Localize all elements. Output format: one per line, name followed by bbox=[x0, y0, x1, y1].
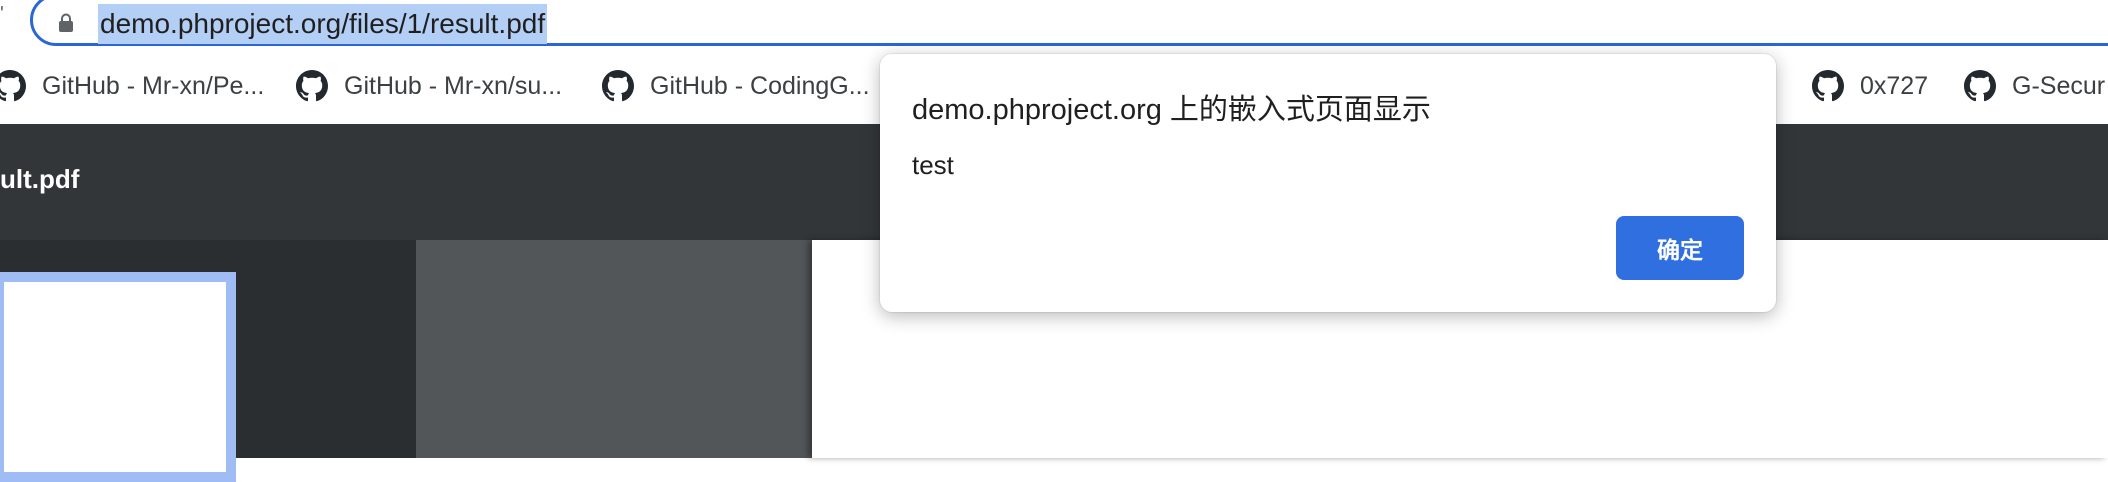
github-icon bbox=[0, 70, 26, 102]
dialog-message: test bbox=[912, 150, 954, 180]
bookmark-item[interactable]: GitHub - Mr-xn/su... bbox=[296, 68, 562, 104]
github-icon bbox=[296, 70, 328, 102]
page-thumbnail[interactable] bbox=[0, 272, 236, 482]
bookmark-item[interactable]: 0x727 bbox=[1812, 68, 1928, 104]
github-icon bbox=[602, 70, 634, 102]
bookmark-item[interactable]: GitHub - CodingG... bbox=[602, 68, 870, 104]
ok-button[interactable]: 确定 bbox=[1616, 216, 1744, 280]
alert-dialog: demo.phproject.org 上的嵌入式页面显示 test 确定 bbox=[880, 54, 1776, 312]
url-text[interactable]: demo.phproject.org/files/1/result.pdf bbox=[98, 4, 548, 44]
lock-icon[interactable] bbox=[58, 13, 74, 33]
bookmark-label: G-Secur bbox=[2012, 71, 2106, 100]
pdf-title: ult.pdf bbox=[0, 164, 80, 194]
bookmark-label: GitHub - Mr-xn/su... bbox=[344, 71, 563, 100]
bookmark-label: 0x727 bbox=[1860, 71, 1929, 100]
pdf-canvas-background bbox=[416, 240, 812, 458]
dialog-title: demo.phproject.org 上的嵌入式页面显示 bbox=[912, 94, 1431, 126]
tab-edge-icon: ʹ bbox=[0, 3, 4, 25]
bookmark-item[interactable]: GitHub - Mr-xn/Pe... bbox=[0, 68, 264, 104]
address-bar-row: ʹ demo.phproject.org/files/1/result.pdf bbox=[0, 0, 2108, 48]
bookmark-label: GitHub - Mr-xn/Pe... bbox=[42, 71, 265, 100]
bookmark-label: GitHub - CodingG... bbox=[650, 71, 870, 100]
github-icon bbox=[1964, 70, 1996, 102]
bookmark-item[interactable]: G-Secur bbox=[1964, 68, 2105, 104]
github-icon bbox=[1812, 70, 1844, 102]
